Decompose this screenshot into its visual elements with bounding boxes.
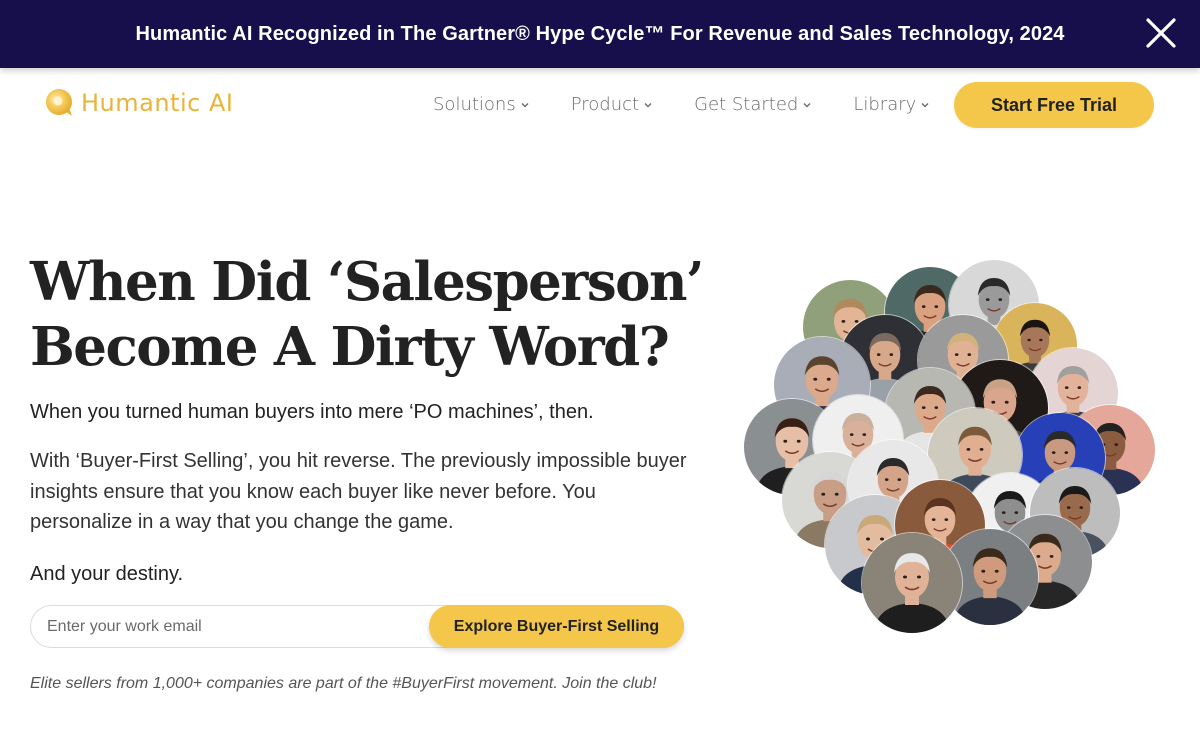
email-signup-form: Explore Buyer-First Selling <box>30 605 684 648</box>
nav-item-get-started[interactable]: Get Started <box>694 94 812 115</box>
seller-portrait <box>862 533 962 633</box>
hero-body: With ‘Buyer-First Selling’, you hit reve… <box>30 450 687 533</box>
seller-portrait-collage <box>740 260 1160 640</box>
announcement-bar: Humantic AI Recognized in The Gartner® H… <box>0 0 1200 68</box>
nav-label: Product <box>570 94 640 115</box>
person-avatar-icon <box>862 533 962 633</box>
brand-logo[interactable]: Humantic AI <box>45 88 233 118</box>
hero-subtitle: When you turned human buyers into mere ‘… <box>30 401 594 423</box>
announcement-text[interactable]: Humantic AI Recognized in The Gartner® H… <box>135 23 1064 46</box>
hero-title: When Did ‘Salesperson’ Become A Dirty Wo… <box>30 250 710 380</box>
close-announcement-button[interactable] <box>1144 16 1178 50</box>
nav-item-solutions[interactable]: Solutions <box>433 94 530 115</box>
nav-label: Solutions <box>433 94 516 115</box>
nav-item-product[interactable]: Product <box>571 94 653 115</box>
chevron-down-icon <box>521 102 529 107</box>
hero-title-line: Become A Dirty Word? <box>30 316 670 378</box>
chevron-down-icon <box>921 102 929 107</box>
close-icon <box>1146 18 1176 48</box>
nav-label: Library <box>853 94 917 115</box>
brand-name: Humantic AI <box>81 89 234 117</box>
work-email-input[interactable] <box>47 606 427 647</box>
hero-footnote: Elite sellers from 1,000+ companies are … <box>30 675 657 692</box>
explore-buyer-first-button[interactable]: Explore Buyer-First Selling <box>429 605 684 648</box>
chevron-down-icon <box>803 102 811 107</box>
hero-destiny: And your destiny. <box>30 563 184 585</box>
main-nav: Solutions Product Get Started Library <box>433 94 930 115</box>
chevron-down-icon <box>644 102 652 107</box>
chat-bubble-logo-icon <box>46 89 72 116</box>
start-free-trial-button[interactable]: Start Free Trial <box>954 82 1154 128</box>
nav-item-library[interactable]: Library <box>853 94 930 115</box>
nav-label: Get Started <box>694 94 799 115</box>
hero-title-line: When Did ‘Salesperson’ <box>30 251 705 313</box>
